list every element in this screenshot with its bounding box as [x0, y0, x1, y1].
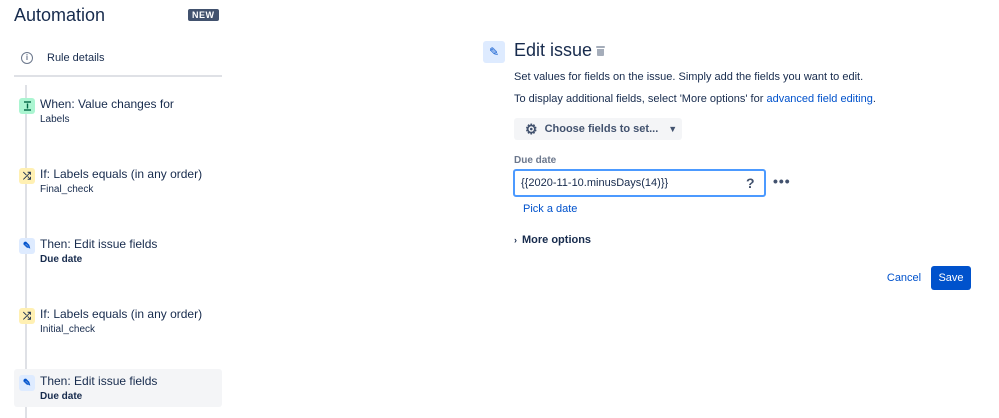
page-title: Edit issue	[514, 40, 593, 60]
edit-issue-panel: ✎ Edit issue Set values for fields on th…	[480, 0, 999, 418]
pencil-icon: ✎	[19, 238, 35, 254]
trash-icon[interactable]	[596, 46, 605, 56]
more-options-toggle[interactable]: › More options	[514, 234, 591, 246]
sidebar: Automation NEW i Rule details When: Valu…	[0, 0, 232, 418]
rule-step-action-selected[interactable]: ✎ Then: Edit issue fields Due date	[14, 369, 222, 407]
rule-details-item[interactable]: i Rule details	[14, 47, 222, 77]
chevron-right-icon: ›	[514, 235, 517, 245]
additional-fields-prefix: To display additional fields, select 'Mo…	[514, 93, 767, 105]
additional-fields-suffix: .	[872, 93, 876, 105]
more-options-icon[interactable]: •••	[773, 173, 791, 189]
rule-details-label: Rule details	[47, 52, 105, 64]
step-title: When: Value changes for	[40, 97, 174, 111]
info-icon: i	[21, 52, 33, 64]
chevron-down-icon: ▼	[668, 124, 678, 134]
advanced-field-editing-link[interactable]: advanced field editing	[766, 93, 872, 105]
step-subtitle: Due date	[40, 254, 83, 265]
due-date-label: Due date	[514, 155, 557, 166]
step-subtitle: Labels	[40, 114, 70, 125]
app-title: Automation	[14, 5, 106, 25]
rule-step-condition[interactable]: ⤮ If: Labels equals (in any order) Final…	[14, 162, 222, 200]
more-options-label: More options	[522, 234, 592, 246]
choose-fields-label: Choose fields to set...	[544, 123, 659, 135]
step-title: Then: Edit issue fields	[40, 374, 158, 388]
pencil-icon: ✎	[19, 375, 35, 391]
step-title: Then: Edit issue fields	[40, 237, 158, 251]
step-subtitle: Due date	[40, 391, 83, 402]
step-subtitle: Initial_check	[40, 324, 96, 335]
gear-icon: ⚙	[525, 121, 538, 137]
rule-step-condition[interactable]: ⤮ If: Labels equals (in any order) Initi…	[14, 302, 222, 340]
rule-step-trigger[interactable]: When: Value changes for Labels	[14, 92, 222, 130]
panel-description: Set values for fields on the issue. Simp…	[514, 71, 864, 83]
pick-a-date-link[interactable]: Pick a date	[523, 203, 577, 215]
step-title: If: Labels equals (in any order)	[40, 307, 203, 321]
due-date-input[interactable]	[513, 169, 766, 197]
rule-step-action[interactable]: ✎ Then: Edit issue fields Due date	[14, 232, 222, 270]
help-icon[interactable]: ?	[746, 175, 755, 191]
trigger-icon	[19, 98, 35, 114]
step-title: If: Labels equals (in any order)	[40, 167, 203, 181]
shuffle-icon: ⤮	[19, 308, 35, 324]
new-badge: NEW	[188, 9, 219, 21]
save-button[interactable]: Save	[931, 266, 971, 290]
additional-fields-text: To display additional fields, select 'Mo…	[514, 93, 876, 105]
cancel-button[interactable]: Cancel	[880, 266, 928, 290]
step-subtitle: Final_check	[40, 184, 94, 195]
choose-fields-button[interactable]: ⚙ Choose fields to set... ▼	[514, 118, 682, 140]
shuffle-icon: ⤮	[19, 168, 35, 184]
pencil-icon: ✎	[483, 41, 505, 63]
